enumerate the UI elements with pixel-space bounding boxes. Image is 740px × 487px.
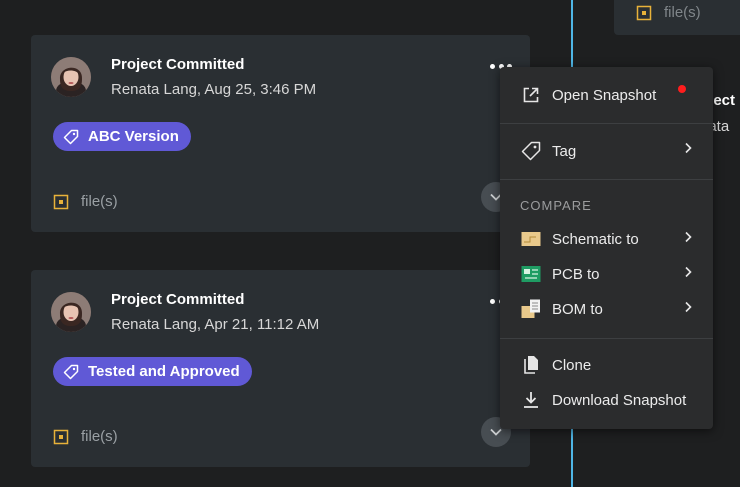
file-icon [53, 194, 69, 209]
chevron-right-icon [685, 266, 692, 278]
menu-item-pcb-to[interactable]: PCB to [520, 263, 600, 285]
commit-card[interactable]: Project Committed Renata Lang, Aug 25, 3… [31, 35, 530, 232]
avatar [51, 292, 91, 332]
menu-item-label: Clone [552, 356, 592, 374]
pcb-icon [520, 263, 542, 285]
commit-author-date: Renata Lang, Apr 21, 11:12 AM [111, 316, 320, 333]
background-card: file(s) [614, 0, 740, 35]
files-label: file(s) [81, 428, 118, 445]
open-external-icon [520, 84, 542, 106]
tag-icon [520, 140, 542, 162]
commit-title: Project Committed [111, 291, 245, 308]
bom-icon [520, 298, 542, 320]
notification-dot [678, 85, 686, 93]
compare-section-heading: COMPARE [520, 198, 592, 213]
tag-icon [63, 129, 79, 144]
chevron-down-icon [490, 428, 502, 436]
menu-item-open-snapshot[interactable]: Open Snapshot [520, 84, 656, 106]
chevron-right-icon [685, 231, 692, 243]
files-label: file(s) [664, 4, 701, 21]
tag-icon [63, 364, 79, 379]
menu-item-tag[interactable]: Tag [520, 140, 576, 162]
menu-item-label: BOM to [552, 300, 603, 318]
menu-item-schematic-to[interactable]: Schematic to [520, 228, 639, 250]
commit-title: Project Committed [111, 56, 245, 73]
download-icon [520, 389, 542, 411]
avatar-image [51, 292, 91, 332]
tag-label: Tested and Approved [88, 363, 240, 380]
files-indicator: file(s) [636, 4, 701, 21]
tag-badge[interactable]: Tested and Approved [53, 357, 252, 386]
menu-item-label: Open Snapshot [552, 86, 657, 104]
dot [490, 63, 495, 69]
avatar [51, 57, 91, 97]
menu-divider [500, 179, 713, 180]
avatar-image [51, 57, 91, 97]
files-indicator: file(s) [53, 428, 118, 445]
menu-item-bom-to[interactable]: BOM to [520, 298, 603, 320]
chevron-right-icon [685, 301, 692, 313]
file-icon [636, 5, 652, 20]
tag-badge[interactable]: ABC Version [53, 122, 191, 151]
commit-author-date: Renata Lang, Aug 25, 3:46 PM [111, 81, 317, 98]
menu-item-label: Download Snapshot [552, 391, 687, 409]
menu-divider [500, 338, 713, 339]
context-menu: Open Snapshot Tag COMPARE Schematic to P… [500, 67, 713, 429]
dot [490, 298, 495, 304]
files-label: file(s) [81, 193, 118, 210]
copy-icon [520, 354, 542, 376]
files-indicator: file(s) [53, 193, 118, 210]
menu-item-label: Schematic to [552, 230, 639, 248]
commit-card[interactable]: Project Committed Renata Lang, Apr 21, 1… [31, 270, 530, 467]
tag-label: ABC Version [88, 128, 179, 145]
menu-divider [500, 123, 713, 124]
file-icon [53, 429, 69, 444]
menu-item-clone[interactable]: Clone [520, 354, 591, 376]
menu-item-label: PCB to [552, 265, 600, 283]
schematic-icon [520, 228, 542, 250]
menu-item-download-snapshot[interactable]: Download Snapshot [520, 389, 686, 411]
chevron-right-icon [685, 142, 692, 154]
menu-item-label: Tag [552, 142, 577, 160]
